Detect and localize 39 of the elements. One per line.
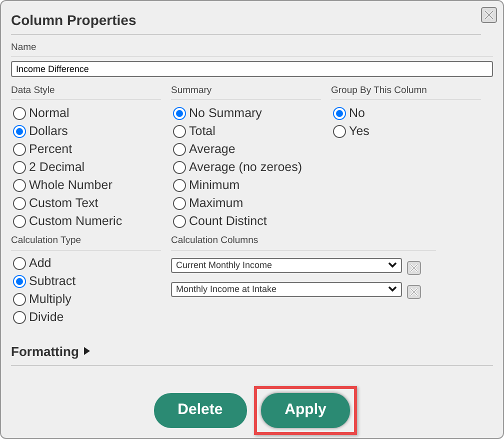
radio-option[interactable]: Percent [13,140,161,158]
radio-option[interactable]: Custom Numeric [13,212,161,230]
radio-option[interactable]: Add [13,254,161,273]
caret-icon [388,262,397,268]
close-button[interactable] [481,7,497,23]
section-label: Calculation Type [11,234,161,251]
radio-option[interactable]: Subtract [13,272,161,291]
radio-option[interactable]: Minimum [173,176,321,194]
radio-option[interactable]: Yes [333,122,481,140]
radio-option[interactable]: Average (no zeroes) [173,158,321,176]
delete-button[interactable]: Delete [154,393,247,428]
radio-option[interactable]: No [333,104,481,122]
radio-option[interactable]: Custom Text [13,194,161,212]
radio-option[interactable]: Dollars [13,122,161,140]
remove-button[interactable] [407,284,421,299]
formatting-toggle[interactable]: Formatting [11,340,493,366]
radio-option[interactable]: Average [173,140,321,158]
radio-option[interactable]: Count Distinct [173,212,321,230]
radio-option[interactable]: Total [173,122,321,140]
section-label: Group By This Column [331,84,481,100]
remove-button[interactable] [407,260,421,275]
caret-right-icon [82,347,90,356]
apply-button[interactable]: Apply [260,393,350,428]
dialog-title: Column Properties [11,1,481,35]
radio-option[interactable]: Normal [13,104,161,122]
radio-option[interactable]: Whole Number [13,176,161,194]
radio-option[interactable]: Multiply [13,290,161,309]
column-select[interactable]: Monthly Income at Intake [171,282,402,298]
radio-option[interactable]: 2 Decimal [13,158,161,176]
radio-option[interactable]: Divide [13,308,161,327]
radio-option[interactable]: Maximum [173,194,321,212]
section-label: Summary [171,84,321,100]
caret-icon [388,286,397,292]
radio-option[interactable]: No Summary [173,104,321,122]
name-field[interactable]: Income Difference [11,61,493,78]
section-label: Calculation Columns [171,234,436,251]
field-label: Name [11,40,493,58]
section-label: Data Style [11,84,161,100]
column-select[interactable]: Current Monthly Income [171,258,402,274]
